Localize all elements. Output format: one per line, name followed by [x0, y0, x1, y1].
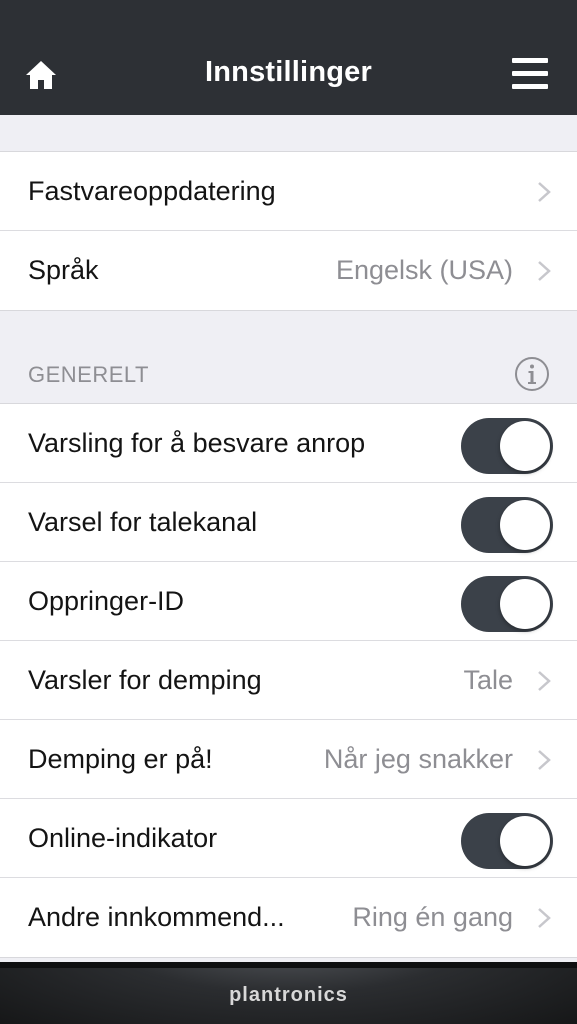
section-title: GENERELT: [28, 362, 149, 387]
row-label: Varsler for demping: [28, 665, 262, 695]
row-language[interactable]: Språk Engelsk (USA): [0, 231, 577, 310]
row-label: Varsel for talekanal: [28, 507, 258, 537]
row-caller-id: Oppringer-ID: [0, 562, 577, 641]
row-online-indicator: Online-indikator: [0, 799, 577, 878]
row-value: Når jeg snakker: [323, 744, 513, 774]
chevron-right-icon: [538, 750, 551, 770]
row-label: Online-indikator: [28, 823, 218, 853]
chevron-right-icon: [538, 182, 551, 202]
toggle-switch[interactable]: [461, 418, 553, 474]
footer-banner: plantronics: [0, 962, 577, 1024]
row-label: Oppringer-ID: [28, 586, 185, 616]
toggle-knob: [500, 579, 550, 629]
row-label: Varsling for å besvare anrop: [28, 428, 366, 458]
row-voice-channel-alert: Varsel for talekanal: [0, 483, 577, 562]
toggle-knob: [500, 421, 550, 471]
navigation-bar: Innstillinger: [0, 0, 577, 115]
row-value: Ring én gang: [352, 902, 513, 932]
toggle-switch[interactable]: [461, 497, 553, 553]
row-label: Språk: [28, 255, 99, 285]
hamburger-menu-icon: [512, 58, 548, 63]
page-title: Innstillinger: [205, 56, 372, 88]
menu-button[interactable]: [512, 58, 550, 90]
general-settings-group: Varsling for å besvare anrop Varsel for …: [0, 403, 577, 958]
row-label: Andre innkommend...: [28, 902, 285, 932]
section-header-general: GENERELT: [0, 310, 577, 403]
row-other-incoming[interactable]: Andre innkommend... Ring én gang: [0, 878, 577, 957]
toggle-switch[interactable]: [461, 813, 553, 869]
brand-logo: plantronics: [229, 984, 348, 1006]
row-mute-on[interactable]: Demping er på! Når jeg snakker: [0, 720, 577, 799]
chevron-right-icon: [538, 908, 551, 928]
row-label: Fastvareoppdatering: [28, 176, 276, 206]
chevron-right-icon: [538, 671, 551, 691]
toggle-switch[interactable]: [461, 576, 553, 632]
top-settings-group: Fastvareoppdatering Språk Engelsk (USA): [0, 151, 577, 311]
toggle-knob: [500, 816, 550, 866]
row-answer-call-alert: Varsling for å besvare anrop: [0, 404, 577, 483]
row-label: Demping er på!: [28, 744, 213, 774]
chevron-right-icon: [538, 261, 551, 281]
row-value: Engelsk (USA): [335, 255, 513, 285]
row-value: Tale: [463, 665, 513, 695]
row-mute-alerts[interactable]: Varsler for demping Tale: [0, 641, 577, 720]
toggle-knob: [500, 500, 550, 550]
info-icon[interactable]: [514, 356, 550, 392]
row-firmware-update[interactable]: Fastvareoppdatering: [0, 152, 577, 231]
